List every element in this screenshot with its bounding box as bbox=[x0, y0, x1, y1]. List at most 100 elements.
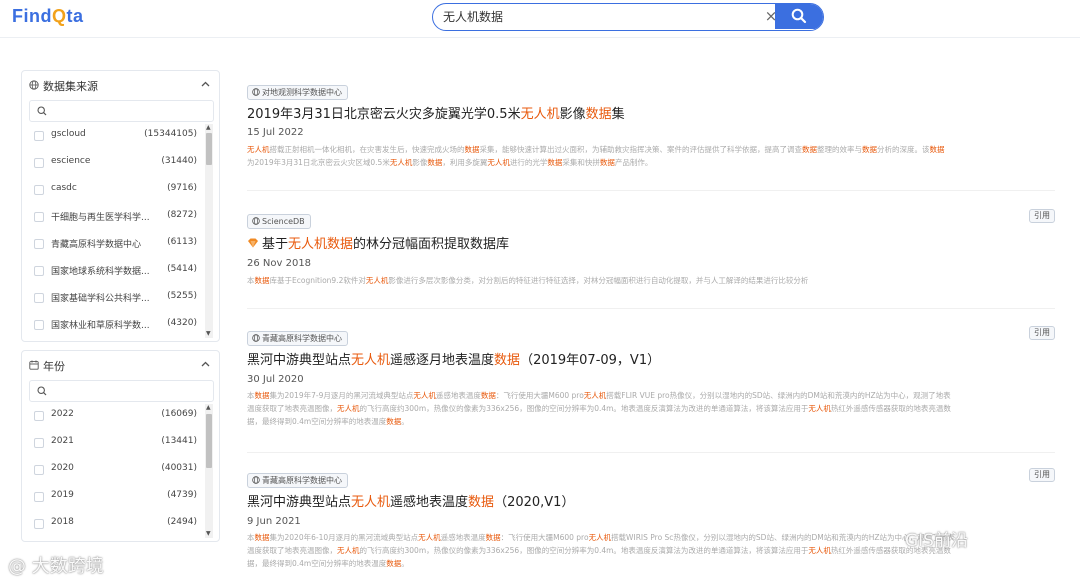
source-badge[interactable]: 对地观测科学数据中心 bbox=[247, 85, 348, 100]
filter-item-count: (15344105) bbox=[144, 129, 197, 139]
filter-item-name: escience bbox=[51, 156, 91, 166]
globe-icon bbox=[29, 80, 39, 90]
filter-item-count: (16069) bbox=[161, 409, 197, 419]
source-filter-item[interactable]: 国家基础学科公共科学... (5255) bbox=[22, 285, 208, 312]
source-filter-title: 数据集来源 bbox=[43, 80, 98, 93]
result-title[interactable]: 基于无人机数据的林分冠幅面积提取数据库 bbox=[247, 233, 509, 252]
cite-button[interactable]: 引用 bbox=[1029, 209, 1055, 223]
checkbox[interactable] bbox=[34, 465, 44, 475]
source-filter-item[interactable]: casdc (9716) bbox=[22, 177, 208, 204]
watermark-left: @ 大数跨境 bbox=[8, 556, 104, 577]
filter-item-name: 国家基础学科公共科学... bbox=[51, 294, 150, 304]
checkbox[interactable] bbox=[34, 519, 44, 529]
result-divider bbox=[247, 452, 1055, 453]
description-line: 据，最终得到0.4m空间分辨率的地表温度数据。 bbox=[247, 559, 409, 568]
filter-item-count: (4320) bbox=[167, 318, 197, 328]
checkbox[interactable] bbox=[34, 411, 44, 421]
checkbox[interactable] bbox=[34, 185, 44, 195]
cite-button[interactable]: 引用 bbox=[1029, 326, 1055, 340]
source-badge[interactable]: 青藏高原科学数据中心 bbox=[247, 331, 348, 346]
scroll-down-icon[interactable]: ▼ bbox=[206, 331, 211, 337]
chevron-up-icon[interactable] bbox=[201, 361, 210, 367]
filter-item-name: casdc bbox=[51, 183, 77, 193]
year-filter-item[interactable]: 2019 (4739) bbox=[22, 484, 208, 511]
source-filter-item[interactable]: 干细胞与再生医学科学... (8272) bbox=[22, 204, 208, 231]
search-icon bbox=[37, 386, 47, 396]
scrollbar-thumb[interactable] bbox=[206, 133, 212, 165]
title-text: 遥感地表温度 bbox=[390, 495, 469, 510]
calendar-icon bbox=[29, 360, 39, 370]
checkbox[interactable] bbox=[34, 158, 44, 168]
year-filter-search[interactable] bbox=[29, 380, 214, 402]
filter-item-name: 2019 bbox=[51, 490, 74, 500]
title-text: （2020,V1） bbox=[494, 495, 575, 510]
scroll-down-icon[interactable]: ▼ bbox=[206, 531, 211, 537]
title-text: 黑河中游典型站点 bbox=[247, 353, 352, 368]
scroll-up-icon[interactable]: ▲ bbox=[206, 405, 211, 411]
title-highlight: 数据 bbox=[468, 495, 495, 510]
title-highlight: 数据 bbox=[494, 353, 521, 368]
year-filter-scrollbar[interactable]: ▲ ▼ bbox=[205, 404, 213, 538]
checkbox[interactable] bbox=[34, 266, 44, 276]
checkbox[interactable] bbox=[34, 320, 44, 330]
source-filter-item[interactable]: 青藏高原科学数据中心 (6113) bbox=[22, 231, 208, 258]
result-title[interactable]: 2019年3月31日北京密云火灾多旋翼光学0.5米无人机影像数据集 bbox=[247, 103, 625, 122]
title-text: 集 bbox=[611, 107, 625, 122]
top-header: FindQta × bbox=[0, 0, 1080, 38]
filter-item-name: 国家地球系统科学数据... bbox=[51, 267, 150, 277]
filter-item-name: 2022 bbox=[51, 409, 74, 419]
title-highlight: 无人机 bbox=[351, 495, 391, 510]
checkbox[interactable] bbox=[34, 131, 44, 141]
checkbox[interactable] bbox=[34, 293, 44, 303]
diamond-icon bbox=[248, 238, 258, 248]
source-badge[interactable]: 青藏高原科学数据中心 bbox=[247, 473, 348, 488]
year-filter-item[interactable]: 2022 (16069) bbox=[22, 403, 208, 430]
title-highlight: 无人机 bbox=[351, 353, 391, 368]
year-filter-item[interactable]: 2021 (13441) bbox=[22, 430, 208, 457]
search-input[interactable] bbox=[443, 4, 763, 29]
result-date: 9 Jun 2021 bbox=[247, 516, 301, 527]
source-filter-list: gscloud (15344105) escience (31440) casdc (… bbox=[22, 123, 208, 339]
description-line: 本数据集为2019年7-9月逐月的黑河流域典型站点无人机遥感地表温度数据：飞行使… bbox=[247, 391, 951, 400]
source-badge-label: ScienceDB bbox=[262, 217, 305, 226]
source-badge-label: 青藏高原科学数据中心 bbox=[262, 476, 342, 485]
year-filter-list: 2022 (16069) 2021 (13441) 2020 (40031) 2019… bbox=[22, 403, 208, 538]
result-title[interactable]: 黑河中游典型站点无人机遥感逐月地表温度数据（2019年07-09，V1） bbox=[247, 349, 660, 368]
filter-item-name: 干细胞与再生医学科学... bbox=[51, 213, 150, 223]
year-filter-panel: 年份 2022 (16069) 2021 (13441) 2020 (40031) 2… bbox=[21, 350, 220, 542]
result-divider bbox=[247, 190, 1055, 191]
filter-item-name: 2021 bbox=[51, 436, 74, 446]
checkbox[interactable] bbox=[34, 492, 44, 502]
description-line: 无人机搭载正射相机一体化相机，在灾害发生后，快速完成火场的数据采集，能够快速计算… bbox=[247, 145, 945, 154]
source-badge[interactable]: ScienceDB bbox=[247, 214, 311, 229]
year-filter-header[interactable]: 年份 bbox=[22, 351, 219, 379]
source-filter-item[interactable]: 国家地球系统科学数据... (5414) bbox=[22, 258, 208, 285]
cite-button[interactable]: 引用 bbox=[1029, 468, 1055, 482]
filter-item-count: (31440) bbox=[161, 156, 197, 166]
source-filter-item[interactable]: escience (31440) bbox=[22, 150, 208, 177]
source-filter-search[interactable] bbox=[29, 100, 214, 122]
checkbox[interactable] bbox=[34, 438, 44, 448]
source-filter-item[interactable]: gscloud (15344105) bbox=[22, 123, 208, 150]
year-filter-item[interactable]: 2020 (40031) bbox=[22, 457, 208, 484]
title-highlight: 无人机数据 bbox=[288, 237, 354, 252]
result-item: 青藏高原科学数据中心 引用 黑河中游典型站点无人机遥感逐月地表温度数据（2019… bbox=[247, 326, 1055, 454]
source-filter-item[interactable]: 国家林业和草原科学数... (4320) bbox=[22, 312, 208, 339]
checkbox[interactable] bbox=[34, 239, 44, 249]
chevron-up-icon[interactable] bbox=[201, 81, 210, 87]
scrollbar-thumb[interactable] bbox=[206, 414, 212, 468]
findata-logo[interactable]: FindQta bbox=[12, 6, 84, 27]
source-filter-scrollbar[interactable]: ▲ ▼ bbox=[205, 124, 213, 338]
title-text: （2019年07-09，V1） bbox=[520, 353, 661, 368]
checkbox[interactable] bbox=[34, 212, 44, 222]
source-filter-header[interactable]: 数据集来源 bbox=[22, 71, 219, 99]
filter-item-name: 国家林业和草原科学数... bbox=[51, 321, 150, 331]
scroll-up-icon[interactable]: ▲ bbox=[206, 125, 211, 131]
year-filter-item[interactable]: 2018 (2494) bbox=[22, 511, 208, 538]
logo-text-post: ta bbox=[66, 6, 84, 26]
logo-text-mid: Q bbox=[52, 6, 67, 26]
search-button[interactable] bbox=[775, 4, 823, 29]
filter-item-count: (6113) bbox=[167, 237, 197, 247]
search-icon bbox=[791, 8, 807, 24]
result-title[interactable]: 黑河中游典型站点无人机遥感地表温度数据（2020,V1） bbox=[247, 491, 574, 510]
